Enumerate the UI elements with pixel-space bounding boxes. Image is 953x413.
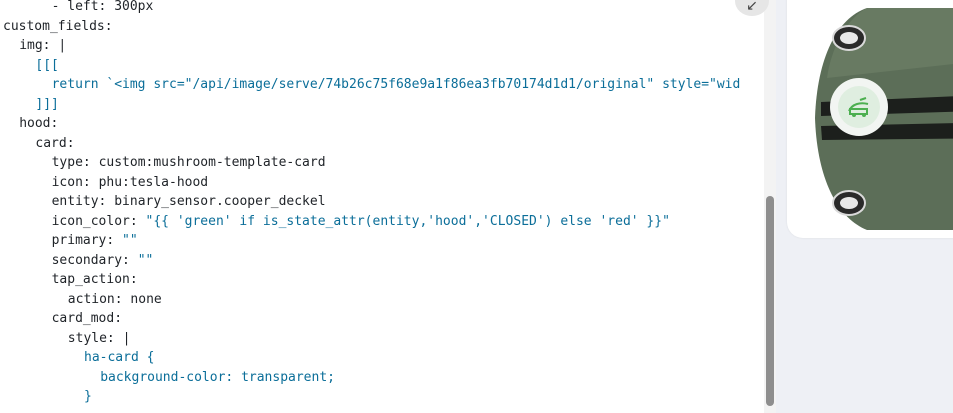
code-token: img: [19, 38, 59, 53]
code-token: [[[ [35, 57, 59, 73]
code-token: "{{ 'green' if is_state_attr(entity,'hoo… [145, 213, 670, 229]
code-line[interactable]: icon: phu:tesla-hood [52, 173, 209, 193]
yaml-code-editor[interactable]: - left: 300px custom_fields: img: |[[[retu… [0, 0, 766, 413]
code-token: "" [137, 252, 154, 268]
tesla-hood-icon [848, 97, 869, 117]
code-token: | [122, 330, 131, 346]
code-token: ha-card { [84, 350, 155, 365]
code-line[interactable]: hood: [19, 114, 58, 134]
code-line[interactable]: - left: 300px [52, 0, 154, 17]
code-line[interactable]: primary: "" [52, 231, 138, 251]
code-line[interactable]: [[[ [35, 56, 58, 76]
code-line[interactable]: tap_action: [52, 270, 138, 290]
code-token: card: [35, 135, 75, 151]
code-token: | [58, 38, 67, 53]
code-line[interactable]: card: [35, 134, 74, 154]
code-line[interactable]: action: none [68, 290, 162, 310]
code-token: entity: [51, 194, 115, 209]
code-token: "" [122, 233, 138, 248]
code-token: primary: [51, 233, 123, 248]
code-token: binary_sensor.cooper_deckel [114, 194, 326, 209]
code-token: style: [67, 330, 123, 346]
code-line[interactable]: type: custom:mushroom-template-card [52, 153, 326, 173]
code-line[interactable]: ha-card { [84, 348, 154, 368]
code-token: custom_fields: [3, 18, 113, 34]
code-line[interactable]: entity: binary_sensor.cooper_deckel [52, 192, 326, 212]
code-token: secondary: [51, 252, 138, 268]
code-line[interactable]: ]]] [35, 95, 58, 115]
code-token: none [130, 291, 162, 307]
code-token: custom:mushroom-template-card [98, 155, 326, 170]
collapse-arrow-icon: ↙ [746, 0, 758, 14]
code-token: card_mod: [51, 311, 123, 326]
code-line[interactable]: secondary: "" [52, 251, 154, 271]
code-token: } [84, 389, 92, 404]
code-token: hood: [19, 116, 59, 131]
code-token: tap_action: [51, 272, 138, 287]
code-token: icon_color: [51, 213, 146, 229]
code-line[interactable]: img: | [19, 36, 66, 56]
code-token: ]]] [35, 96, 59, 112]
editor-scrollbar-thumb[interactable] [766, 196, 774, 406]
code-token: action: [67, 291, 131, 307]
code-line[interactable]: custom_fields: [3, 17, 113, 37]
code-line[interactable]: return `<img src="/api/image/serve/74b26… [52, 75, 741, 95]
code-token: phu:tesla-hood [98, 174, 209, 190]
code-token: background-color: transparent; [100, 369, 335, 385]
code-line[interactable]: card_mod: [52, 309, 122, 329]
code-line[interactable]: } [84, 387, 92, 407]
code-token: type: [51, 155, 99, 170]
code-token: icon: [51, 174, 99, 190]
code-token: - left: 300px [51, 0, 154, 14]
code-line[interactable]: style: | [68, 329, 131, 349]
code-line[interactable]: background-color: transparent; [100, 368, 335, 388]
code-token: return `<img src="/api/image/serve/74b26… [51, 77, 741, 92]
code-line[interactable]: icon_color: "{{ 'green' if is_state_attr… [52, 212, 670, 232]
hood-status-chip[interactable] [830, 78, 888, 136]
